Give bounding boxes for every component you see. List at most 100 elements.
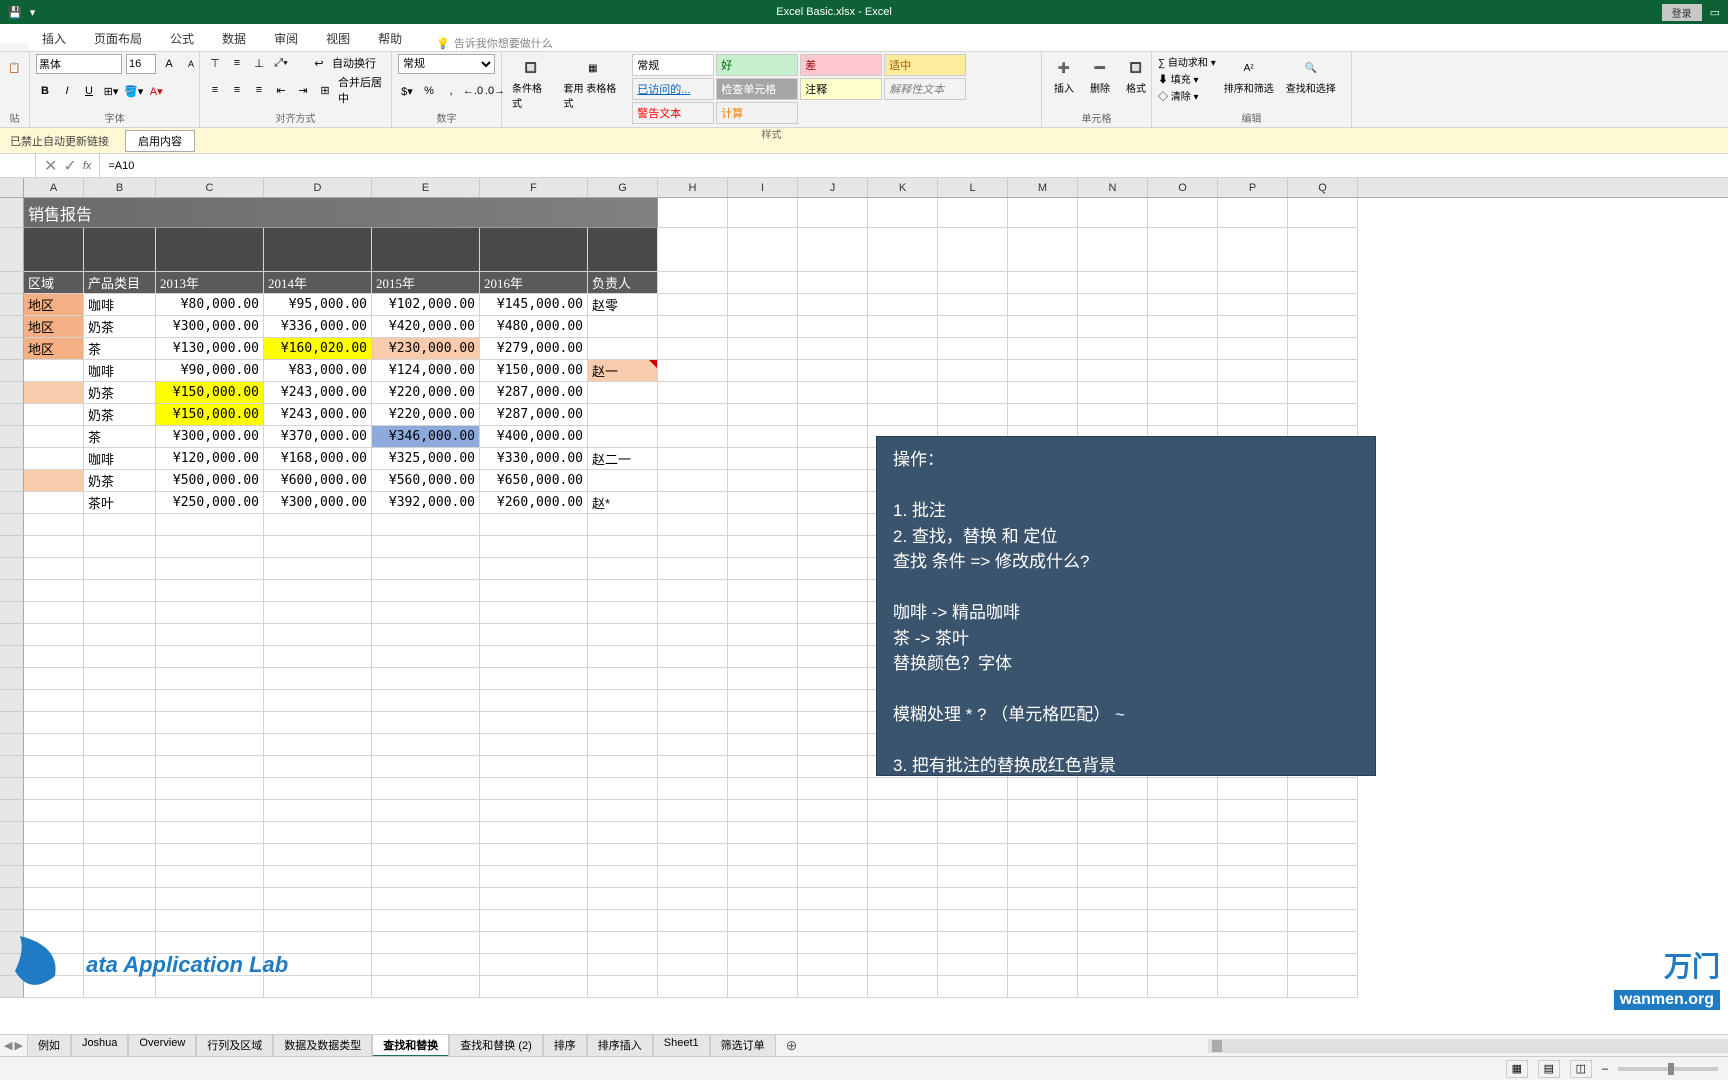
row-hdr[interactable] xyxy=(0,492,24,514)
normal-view-icon[interactable]: ▦ xyxy=(1506,1060,1528,1078)
sheet-tab[interactable]: 排序 xyxy=(543,1034,587,1057)
row-hdr[interactable] xyxy=(0,470,24,492)
hdr-2013[interactable]: 2013年 xyxy=(156,272,264,294)
cell[interactable] xyxy=(24,448,84,470)
cell[interactable]: ¥260,000.00 xyxy=(480,492,588,514)
cell[interactable]: ¥325,000.00 xyxy=(372,448,480,470)
cell[interactable]: 奶茶 xyxy=(84,316,156,338)
cell[interactable]: ¥600,000.00 xyxy=(264,470,372,492)
comma-icon[interactable]: , xyxy=(442,82,460,100)
col-hdr-G[interactable]: G xyxy=(588,178,658,197)
cell[interactable]: ¥130,000.00 xyxy=(156,338,264,360)
currency-icon[interactable]: $▾ xyxy=(398,82,416,100)
style-check[interactable]: 检查单元格 xyxy=(716,78,798,100)
style-normal[interactable]: 常规 xyxy=(632,54,714,76)
sheet-tab[interactable]: 例如 xyxy=(27,1034,71,1057)
tab-help[interactable]: 帮助 xyxy=(364,26,416,51)
cell[interactable]: 奶茶 xyxy=(84,404,156,426)
style-neutral[interactable]: 适中 xyxy=(884,54,966,76)
formula-input[interactable]: =A10 xyxy=(100,160,1728,172)
cell[interactable]: ¥480,000.00 xyxy=(480,316,588,338)
col-hdr-C[interactable]: C xyxy=(156,178,264,197)
horizontal-scrollbar[interactable] xyxy=(1208,1039,1728,1053)
cell[interactable]: ¥95,000.00 xyxy=(264,294,372,316)
row-hdr[interactable] xyxy=(0,198,24,228)
sort-filter-button[interactable]: Aᶻ排序和筛选 xyxy=(1220,54,1278,103)
align-bottom-icon[interactable]: ⊥ xyxy=(250,54,268,72)
decrease-font-icon[interactable]: A xyxy=(182,55,200,73)
number-format-select[interactable]: 常规 xyxy=(398,54,495,74)
cell[interactable]: ¥220,000.00 xyxy=(372,404,480,426)
wrap-text-button[interactable]: ↩ xyxy=(310,54,328,72)
sheet-tab[interactable]: Joshua xyxy=(71,1034,128,1057)
cell[interactable] xyxy=(588,382,658,404)
font-size-input[interactable] xyxy=(126,54,156,74)
cell[interactable]: ¥279,000.00 xyxy=(480,338,588,360)
sheet-nav-next-icon[interactable]: ▶ xyxy=(14,1039,22,1052)
col-hdr-H[interactable]: H xyxy=(658,178,728,197)
clear-button[interactable]: ◇ 清除 ▾ xyxy=(1158,88,1216,103)
ribbon-display-icon[interactable]: ▭ xyxy=(1710,6,1720,19)
col-hdr-D[interactable]: D xyxy=(264,178,372,197)
cell[interactable]: 茶叶 xyxy=(84,492,156,514)
delete-cells-button[interactable]: ➖删除 xyxy=(1084,54,1116,97)
cell[interactable]: ¥168,000.00 xyxy=(264,448,372,470)
hdr-region[interactable]: 区域 xyxy=(24,272,84,294)
enable-content-button[interactable]: 启用内容 xyxy=(125,130,195,152)
cell[interactable]: ¥230,000.00 xyxy=(372,338,480,360)
sheet-tab[interactable]: 筛选订单 xyxy=(710,1034,776,1057)
cell[interactable]: ¥243,000.00 xyxy=(264,404,372,426)
cell[interactable] xyxy=(588,470,658,492)
zoom-slider[interactable] xyxy=(1618,1067,1718,1071)
row-hdr[interactable] xyxy=(0,404,24,426)
pagelayout-view-icon[interactable]: ▤ xyxy=(1538,1060,1560,1078)
sheet-tab[interactable]: Sheet1 xyxy=(653,1034,710,1057)
hdr-2015[interactable]: 2015年 xyxy=(372,272,480,294)
row-hdr[interactable] xyxy=(0,316,24,338)
cell[interactable]: 茶 xyxy=(84,338,156,360)
cell[interactable]: ¥650,000.00 xyxy=(480,470,588,492)
cell[interactable]: ¥145,000.00 xyxy=(480,294,588,316)
col-hdr-O[interactable]: O xyxy=(1148,178,1218,197)
enter-icon[interactable]: ✓ xyxy=(63,156,76,176)
instructions-textbox[interactable]: 操作： 1. 批注 2. 查找，替换 和 定位 查找 条件 => 修改成什么? … xyxy=(876,436,1376,776)
col-hdr-I[interactable]: I xyxy=(728,178,798,197)
col-hdr-P[interactable]: P xyxy=(1218,178,1288,197)
sheet-nav-prev-icon[interactable]: ◀ xyxy=(4,1039,12,1052)
cancel-icon[interactable]: ✕ xyxy=(44,156,57,176)
row-hdr[interactable] xyxy=(0,448,24,470)
cell[interactable]: 赵零 xyxy=(588,294,658,316)
col-hdr-M[interactable]: M xyxy=(1008,178,1078,197)
cell[interactable]: ¥150,000.00 xyxy=(480,360,588,382)
cell[interactable]: 咖啡 xyxy=(84,448,156,470)
cell[interactable] xyxy=(588,316,658,338)
report-title[interactable]: 销售报告 xyxy=(24,198,658,228)
align-top-icon[interactable]: ⊤ xyxy=(206,54,224,72)
cell[interactable]: ¥80,000.00 xyxy=(156,294,264,316)
cell[interactable] xyxy=(24,492,84,514)
col-hdr-K[interactable]: K xyxy=(868,178,938,197)
border-button[interactable]: ⊞▾ xyxy=(102,82,120,100)
sheet-tab[interactable]: Overview xyxy=(128,1034,196,1057)
col-hdr-Q[interactable]: Q xyxy=(1288,178,1358,197)
cell[interactable]: ¥330,000.00 xyxy=(480,448,588,470)
cell[interactable] xyxy=(588,338,658,360)
merge-button[interactable]: ⊞ xyxy=(316,81,334,99)
cell[interactable]: ¥243,000.00 xyxy=(264,382,372,404)
cell[interactable]: ¥102,000.00 xyxy=(372,294,480,316)
cell[interactable]: 赵一 xyxy=(588,360,658,382)
align-right-icon[interactable]: ≡ xyxy=(250,81,268,99)
cell[interactable]: ¥220,000.00 xyxy=(372,382,480,404)
new-sheet-button[interactable]: ⊕ xyxy=(776,1037,808,1054)
cell[interactable]: ¥287,000.00 xyxy=(480,382,588,404)
cell[interactable]: ¥83,000.00 xyxy=(264,360,372,382)
tab-formulas[interactable]: 公式 xyxy=(156,26,208,51)
cell[interactable]: ¥160,020.00 xyxy=(264,338,372,360)
row-hdr[interactable] xyxy=(0,228,24,272)
col-hdr-J[interactable]: J xyxy=(798,178,868,197)
percent-icon[interactable]: % xyxy=(420,82,438,100)
sheet-tab[interactable]: 数据及数据类型 xyxy=(273,1034,372,1057)
col-hdr-A[interactable]: A xyxy=(24,178,84,197)
cell[interactable]: ¥124,000.00 xyxy=(372,360,480,382)
style-link[interactable]: 已访问的... xyxy=(632,78,714,100)
